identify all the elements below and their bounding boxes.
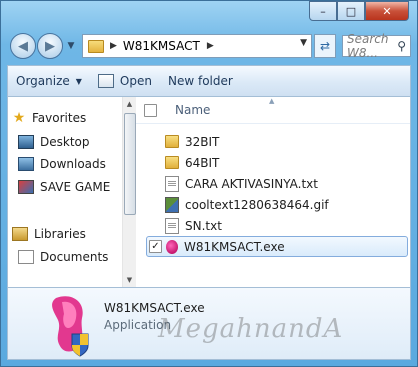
file-name: CARA AKTIVASINYA.txt (185, 176, 318, 191)
open-label: Open (119, 74, 152, 88)
column-header[interactable]: Name ▲ (136, 97, 410, 124)
scroll-down-icon[interactable]: ▼ (124, 273, 135, 287)
desktop-icon (18, 135, 34, 149)
back-arrow-icon: ◀ (18, 38, 28, 54)
sidebar-item-label: Favorites (32, 111, 87, 125)
file-row[interactable]: SN.txt (136, 216, 410, 235)
watermark-text: MegahnandA (158, 314, 344, 344)
forward-arrow-icon: ▶ (45, 38, 55, 54)
column-name-header[interactable]: Name (175, 103, 210, 117)
command-bar: Organize ▼ Open New folder (7, 65, 411, 96)
navigation-row: ◀ ▶ ▼ ▶ W81KMSACT ▶ ▼ ⇄ Search W8... ⚲ (10, 32, 411, 60)
sidebar-item-favorites[interactable]: ★ Favorites (8, 107, 122, 129)
refresh-icon: ⇄ (319, 39, 331, 53)
text-file-icon (165, 217, 179, 234)
refresh-button[interactable]: ⇄ (314, 34, 336, 58)
file-row[interactable]: 32BIT (136, 132, 410, 151)
file-row[interactable]: 64BIT (136, 153, 410, 172)
text-file-icon (165, 175, 179, 192)
new-folder-label: New folder (167, 74, 233, 88)
file-row[interactable]: cooltext1280638464.gif (136, 195, 410, 214)
scroll-up-icon[interactable]: ▲ (124, 97, 135, 111)
file-row[interactable]: CARA AKTIVASINYA.txt (136, 174, 410, 193)
sidebar-item-label: Libraries (34, 227, 86, 241)
file-row-selected[interactable]: ✓ W81KMSACT.exe (146, 236, 408, 257)
file-list-pane: Name ▲ 32BIT 64BIT CARA AKTIVASINYA.txt … (136, 97, 410, 287)
back-button[interactable]: ◀ (10, 33, 36, 59)
chevron-down-icon: ▼ (75, 76, 82, 86)
content-area: ★ Favorites Desktop Downloads SAVE GAME … (7, 96, 411, 288)
address-bar[interactable]: ▶ W81KMSACT ▶ ▼ (82, 34, 312, 58)
breadcrumb-current[interactable]: W81KMSACT (123, 39, 200, 53)
file-name: W81KMSACT.exe (184, 239, 285, 254)
file-name: 32BIT (185, 134, 220, 149)
close-button[interactable]: ✕ (365, 1, 409, 21)
explorer-window: – □ ✕ ◀ ▶ ▼ ▶ W81KMSACT ▶ ▼ ⇄ Search W8.… (0, 0, 418, 367)
address-dropdown-icon[interactable]: ▼ (300, 38, 307, 48)
save-game-icon (18, 180, 34, 194)
search-icon[interactable]: ⚲ (397, 39, 406, 53)
maximize-button[interactable]: □ (337, 1, 365, 21)
downloads-icon (18, 157, 34, 171)
file-name: SN.txt (185, 218, 222, 233)
breadcrumb-separator[interactable]: ▶ (110, 41, 117, 51)
breadcrumb-arrow[interactable]: ▶ (207, 41, 214, 51)
file-name: cooltext1280638464.gif (185, 197, 329, 212)
folder-icon (165, 156, 179, 169)
open-button[interactable]: Open (90, 69, 160, 93)
nav-scrollbar[interactable]: ▲ ▼ (122, 97, 136, 287)
select-all-checkbox[interactable] (144, 103, 157, 117)
star-icon: ★ (12, 110, 26, 126)
sidebar-item-documents[interactable]: Documents (8, 246, 122, 268)
minimize-button[interactable]: – (309, 1, 337, 21)
sidebar-item-label: Downloads (40, 157, 106, 171)
sidebar-item-label: Desktop (40, 135, 90, 149)
application-preview-icon (52, 296, 89, 357)
details-file-name: W81KMSACT.exe (104, 301, 205, 315)
organize-label: Organize (16, 74, 70, 88)
navigation-pane: ★ Favorites Desktop Downloads SAVE GAME … (8, 97, 123, 287)
search-placeholder: Search W8... (347, 32, 389, 60)
search-box[interactable]: Search W8... ⚲ (342, 32, 411, 60)
recent-pages-dropdown[interactable]: ▼ (64, 41, 78, 51)
sidebar-item-label: SAVE GAME (40, 180, 111, 194)
folder-icon (88, 39, 104, 53)
new-folder-button[interactable]: New folder (160, 69, 241, 93)
sidebar-item-libraries[interactable]: Libraries (8, 223, 122, 245)
details-pane: W81KMSACT.exe Application MegahnandA (7, 287, 411, 360)
sidebar-item-desktop[interactable]: Desktop (8, 131, 122, 153)
sort-arrow-icon: ▲ (269, 97, 275, 105)
sidebar-item-save-game[interactable]: SAVE GAME (8, 176, 122, 198)
file-checkbox[interactable]: ✓ (149, 240, 162, 253)
scrollbar-thumb[interactable] (124, 113, 136, 215)
forward-button[interactable]: ▶ (37, 33, 63, 59)
open-icon (97, 74, 114, 88)
file-name: 64BIT (185, 155, 220, 170)
image-file-icon (165, 196, 179, 213)
application-icon (166, 239, 178, 254)
folder-icon (165, 135, 179, 148)
libraries-icon (12, 227, 28, 241)
organize-button[interactable]: Organize ▼ (8, 69, 90, 93)
documents-icon (18, 250, 34, 264)
window-controls: – □ ✕ (309, 1, 409, 21)
sidebar-item-label: Documents (40, 250, 109, 264)
sidebar-item-downloads[interactable]: Downloads (8, 153, 122, 175)
